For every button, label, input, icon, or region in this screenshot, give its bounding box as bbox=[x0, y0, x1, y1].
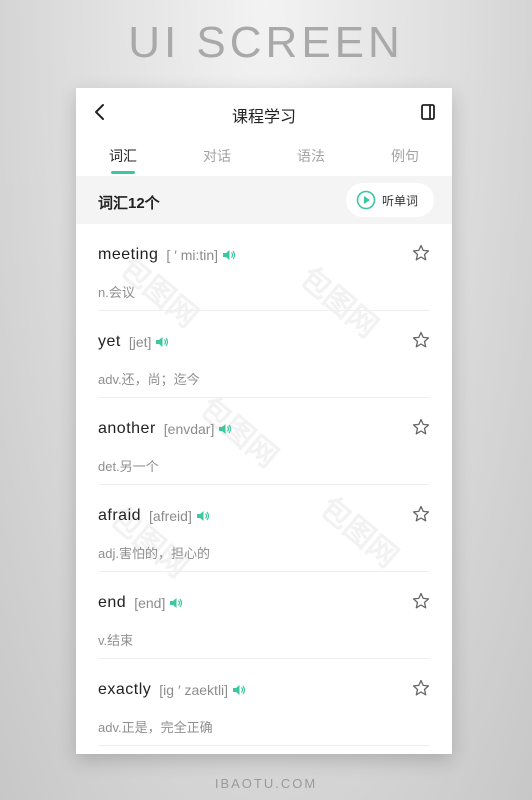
page-title: 课程学习 bbox=[231, 109, 296, 126]
star-outline-icon[interactable] bbox=[412, 418, 430, 436]
list-item[interactable]: end [end] v.结束 bbox=[98, 572, 430, 659]
star-outline-icon[interactable] bbox=[412, 592, 430, 610]
list-item[interactable]: afraid [afreid] adj.害怕的，担心的 bbox=[98, 485, 430, 572]
list-item[interactable]: meeting [ ′ mi:tin] n.会议 bbox=[98, 224, 430, 311]
word-list: meeting [ ′ mi:tin] n.会议 yet [jet] adv.还… bbox=[76, 224, 452, 746]
speaker-icon[interactable] bbox=[195, 508, 211, 524]
listen-words-label: 听单词 bbox=[382, 193, 419, 208]
phone-screen: 包图网 包图网 包图网 包图网 包图网 课程学习 词汇 对话 语法 例句 词汇1… bbox=[76, 88, 452, 754]
word-meaning: v.结束 bbox=[98, 633, 134, 648]
star-outline-icon[interactable] bbox=[412, 679, 430, 697]
word-meaning: adv.正是，完全正确 bbox=[98, 720, 213, 735]
phonetic-text: [ ′ mi:tin] bbox=[166, 247, 219, 263]
star-outline-icon[interactable] bbox=[412, 505, 430, 523]
tab-examples[interactable]: 例句 bbox=[358, 136, 452, 176]
phonetic-text: [jet] bbox=[128, 334, 152, 350]
word-text: exactly bbox=[98, 681, 152, 698]
word-meaning: n.会议 bbox=[98, 285, 135, 300]
word-meaning: adv.还，尚；迄今 bbox=[98, 372, 200, 387]
word-meaning: adj.害怕的，担心的 bbox=[98, 546, 210, 561]
sidebar-panel-icon[interactable] bbox=[418, 102, 438, 122]
tab-bar: 词汇 对话 语法 例句 bbox=[76, 136, 452, 176]
word-text: another bbox=[98, 420, 156, 437]
vocab-header: 词汇12个 听单词 bbox=[76, 176, 452, 224]
tab-vocabulary[interactable]: 词汇 bbox=[76, 136, 170, 176]
vocab-count: 词汇12个 bbox=[98, 195, 160, 212]
phonetic-text: [afreid] bbox=[149, 508, 192, 524]
tab-grammar[interactable]: 语法 bbox=[264, 136, 358, 176]
list-item[interactable]: exactly [ig ′ zaektli] adv.正是，完全正确 bbox=[98, 659, 430, 746]
word-text: afraid bbox=[98, 507, 142, 524]
banner-title: UI SCREEN bbox=[128, 18, 404, 67]
star-outline-icon[interactable] bbox=[412, 331, 430, 349]
speaker-icon[interactable] bbox=[154, 334, 170, 350]
word-meaning: det.另一个 bbox=[98, 459, 159, 474]
top-bar: 课程学习 bbox=[76, 88, 452, 136]
play-circle-icon bbox=[356, 190, 376, 210]
list-item[interactable]: another [envdar] det.另一个 bbox=[98, 398, 430, 485]
speaker-icon[interactable] bbox=[221, 247, 237, 263]
speaker-icon[interactable] bbox=[217, 421, 233, 437]
listen-words-button[interactable]: 听单词 bbox=[346, 183, 434, 217]
speaker-icon[interactable] bbox=[231, 682, 247, 698]
phonetic-text: [envdar] bbox=[163, 421, 215, 437]
footer-credit: IBAOTU.COM bbox=[214, 776, 318, 791]
word-text: meeting bbox=[98, 246, 159, 263]
list-item[interactable]: yet [jet] adv.还，尚；迄今 bbox=[98, 311, 430, 398]
phonetic-text: [ig ′ zaektli] bbox=[159, 682, 229, 698]
word-text: end bbox=[98, 594, 127, 611]
star-outline-icon[interactable] bbox=[412, 244, 430, 262]
tab-dialogue[interactable]: 对话 bbox=[170, 136, 264, 176]
speaker-icon[interactable] bbox=[168, 595, 184, 611]
word-text: yet bbox=[98, 333, 121, 350]
phonetic-text: [end] bbox=[134, 595, 166, 611]
